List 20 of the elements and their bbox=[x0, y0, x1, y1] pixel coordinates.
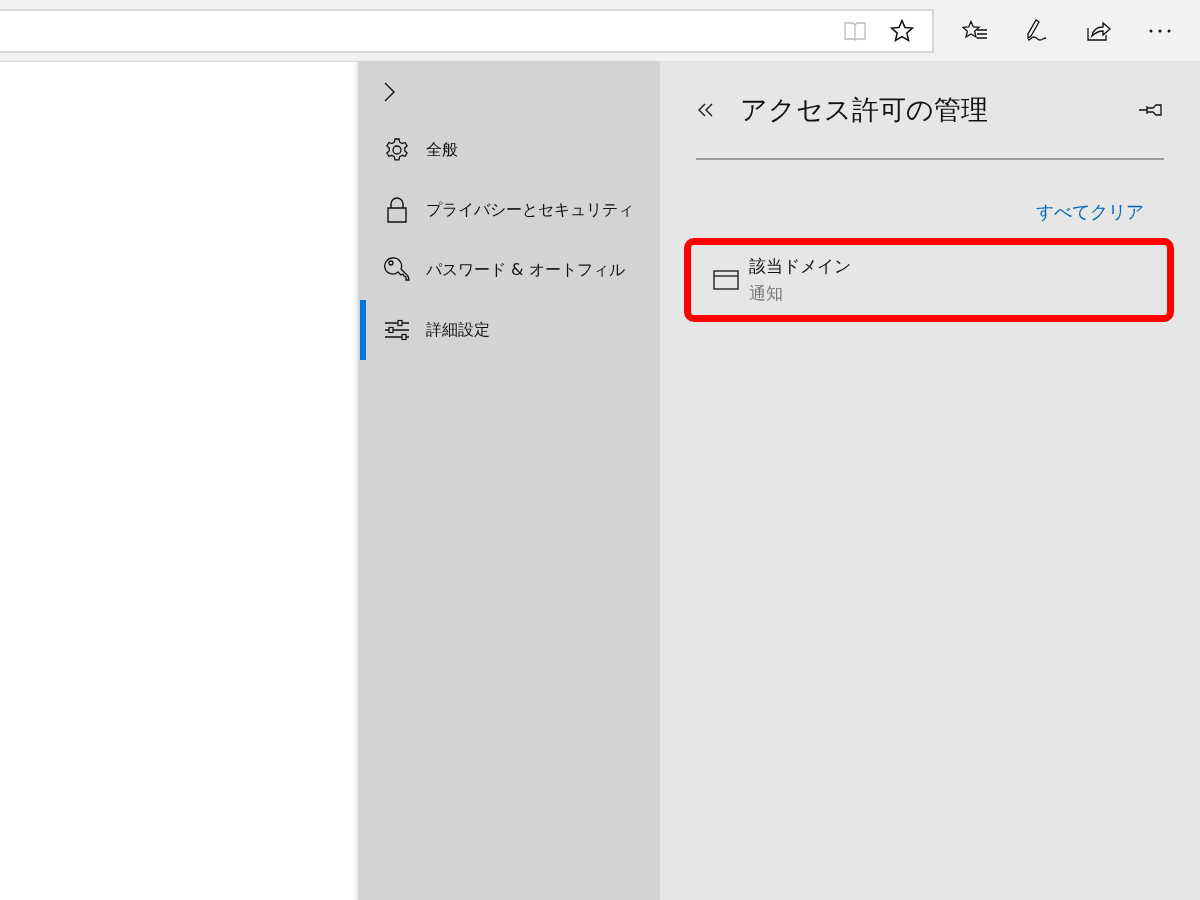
site-permission-item[interactable]: 該当ドメイン 通知 bbox=[684, 238, 1174, 322]
key-icon bbox=[384, 257, 410, 283]
sidebar-item[interactable]: 全般 bbox=[360, 120, 660, 180]
panel-title: アクセス許可の管理 bbox=[740, 93, 989, 127]
clear-all-link[interactable]: すべてクリア bbox=[1036, 200, 1144, 224]
sidebar-item[interactable]: パスワード & オートフィル bbox=[360, 240, 660, 300]
sliders-icon bbox=[384, 319, 410, 341]
share-icon[interactable] bbox=[1086, 19, 1112, 42]
sidebar-item[interactable]: プライバシーとセキュリティ bbox=[360, 180, 660, 240]
favorites-list-icon[interactable] bbox=[962, 19, 988, 42]
gear-icon bbox=[384, 138, 410, 162]
double-chevron-left-icon[interactable] bbox=[698, 103, 714, 117]
permission-label: 通知 bbox=[749, 282, 784, 305]
star-icon[interactable] bbox=[890, 19, 914, 42]
browser-window-icon bbox=[713, 270, 739, 290]
lock-icon bbox=[384, 197, 410, 223]
pin-icon[interactable] bbox=[1138, 103, 1164, 117]
site-name: 該当ドメイン bbox=[749, 255, 851, 278]
chevron-right-icon[interactable] bbox=[383, 82, 395, 102]
more-icon[interactable] bbox=[1148, 27, 1172, 34]
